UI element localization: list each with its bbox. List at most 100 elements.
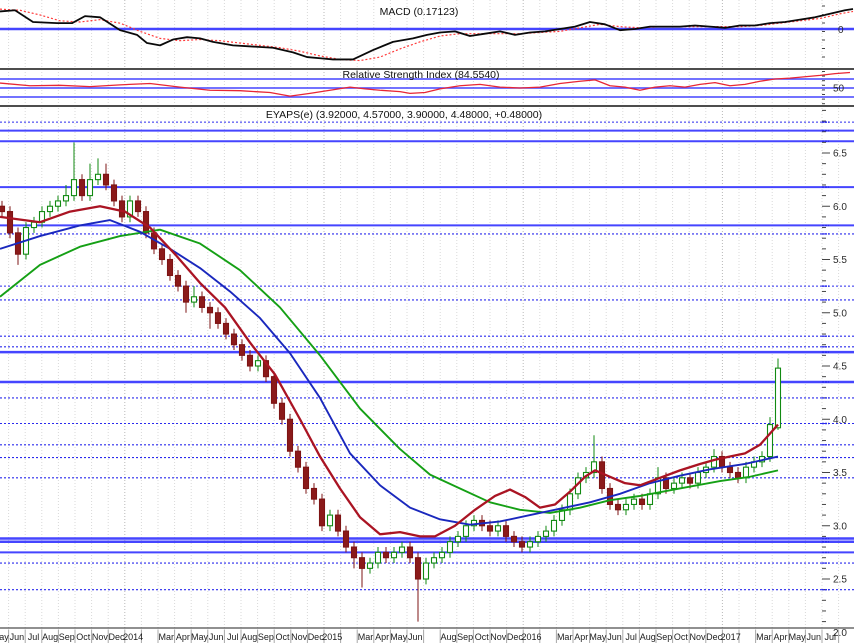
month-label: May	[589, 632, 607, 642]
candle-down	[238, 344, 246, 356]
candle-up	[430, 557, 438, 564]
candle-up	[526, 541, 534, 548]
candle-up	[542, 530, 550, 537]
candle-down	[222, 322, 230, 335]
month-label: Aug	[42, 632, 58, 642]
month-label: Jun	[10, 632, 25, 642]
candle-up	[30, 221, 38, 229]
month-label: 2014	[123, 632, 143, 642]
macd-panel-title: MACD (0.17123)	[379, 6, 459, 18]
rsi-panel-title: Relative Strength Index (84.5540)	[342, 69, 500, 81]
price-axis-label: 4.0	[833, 415, 847, 426]
price-axis-label: 6.0	[833, 202, 847, 213]
candle-up	[374, 551, 382, 564]
candle-down	[342, 530, 350, 548]
candle-up	[86, 179, 94, 197]
candle-down	[686, 477, 694, 484]
candle-up	[646, 493, 654, 505]
candle-down	[166, 258, 174, 277]
month-label: Nov	[689, 632, 706, 642]
candle-down	[270, 376, 278, 404]
month-label: Nov	[490, 632, 507, 642]
candle-down	[230, 333, 238, 346]
month-label: Jul	[825, 632, 837, 642]
candle-up	[462, 525, 470, 537]
candle-down	[302, 466, 310, 490]
month-label: Nov	[291, 632, 308, 642]
candle-up	[422, 562, 430, 580]
candle-up	[94, 173, 102, 181]
ma-fast-red	[0, 205, 779, 538]
month-label: Oct	[674, 632, 689, 642]
candle-down	[134, 200, 142, 213]
candle-up	[550, 519, 558, 532]
month-label: 2017	[721, 632, 741, 642]
month-label: Jun	[408, 632, 423, 642]
candle-down	[294, 450, 302, 468]
month-label: Sep	[258, 632, 274, 642]
month-label: Aug	[241, 632, 257, 642]
candle-up	[398, 546, 406, 553]
candle-up	[70, 179, 78, 197]
candle-up	[774, 367, 782, 429]
candle-up	[670, 482, 678, 490]
month-label: May	[191, 632, 209, 642]
month-label: Oct	[275, 632, 290, 642]
candle-down	[0, 205, 6, 213]
candle-up	[710, 455, 718, 468]
month-label: Mar	[756, 632, 772, 642]
candle-down	[638, 498, 646, 505]
month-label: May	[0, 632, 9, 642]
candle-up	[46, 205, 54, 213]
candle-down	[350, 546, 358, 559]
month-label: Aug	[640, 632, 656, 642]
candle-up	[446, 541, 454, 553]
candle-down	[414, 557, 422, 580]
month-label: May	[390, 632, 408, 642]
candle-up	[694, 471, 702, 484]
macd-axis-label: 0	[838, 25, 844, 36]
ma-slow-green	[0, 228, 779, 514]
month-label: Apr	[176, 632, 190, 642]
price-axis-label: 5.5	[833, 255, 847, 266]
candle-down	[110, 184, 118, 202]
price-panel-title: EYAPS(e) (3.92000, 4.57000, 3.90000, 4.4…	[265, 109, 543, 121]
month-label: Mar	[557, 632, 573, 642]
candle-down	[334, 514, 342, 532]
price-axis-label: 6.5	[833, 149, 847, 160]
candle-down	[734, 471, 742, 479]
month-label: Apr	[375, 632, 389, 642]
candle-up	[190, 296, 198, 303]
month-label: Mar	[358, 632, 374, 642]
candle-up	[454, 535, 462, 543]
chart-canvas: 6.56.05.55.04.54.03.53.02.52.0050MayJunJ…	[0, 0, 854, 643]
candle-down	[406, 546, 414, 559]
month-label: Jul	[625, 632, 637, 642]
rsi-axis-label: 50	[833, 84, 845, 95]
price-axis-label: 2.5	[833, 575, 847, 586]
candle-up	[62, 195, 70, 202]
candle-down	[286, 418, 294, 452]
candle-down	[174, 274, 182, 287]
month-label: Sep	[59, 632, 75, 642]
candle-up	[534, 535, 542, 543]
candle-down	[198, 296, 206, 308]
month-label: Jun	[806, 632, 821, 642]
month-label: 2016	[521, 632, 541, 642]
month-label: Oct	[76, 632, 91, 642]
candle-down	[78, 179, 86, 197]
candle-down	[726, 466, 734, 474]
month-label: Apr	[773, 632, 787, 642]
candle-down	[206, 306, 214, 314]
month-label: Aug	[440, 632, 456, 642]
month-label: Sep	[457, 632, 473, 642]
month-label: Nov	[92, 632, 109, 642]
candle-down	[102, 173, 110, 186]
month-label: Jul	[28, 632, 40, 642]
month-label: Jun	[209, 632, 224, 642]
ma-mid-blue	[0, 219, 779, 526]
month-label: Jul	[227, 632, 239, 642]
chart-window: 6.56.05.55.04.54.03.53.02.52.0050MayJunJ…	[0, 0, 854, 644]
candle-down	[142, 211, 150, 234]
month-label: May	[789, 632, 807, 642]
